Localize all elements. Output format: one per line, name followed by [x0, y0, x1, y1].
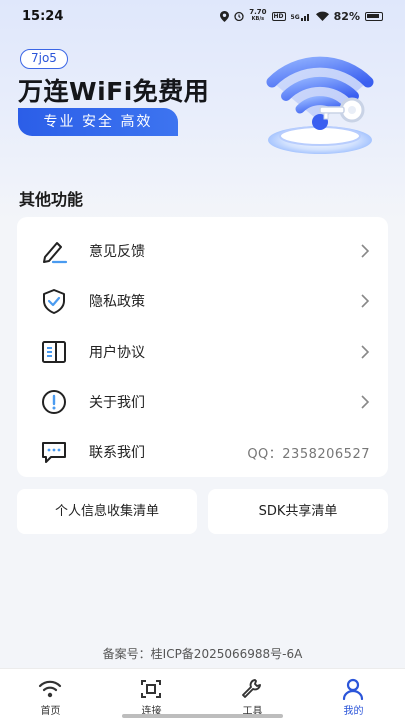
chevron-right-icon: [361, 395, 370, 409]
app-title: 万连WiFi免费用: [18, 77, 210, 106]
status-bar: 15:24 7.70 KB/s HD 5G 82%: [0, 0, 405, 34]
menu-card: 意见反馈 隐私政策 用户协议 关于我们 联系我们 QQ：2358206527: [17, 217, 388, 477]
tab-home[interactable]: 首页: [0, 669, 101, 720]
scan-icon: [141, 680, 161, 698]
cell-signal-icon: 5G: [291, 12, 311, 21]
battery-icon: [365, 11, 383, 21]
version-badge: 7jo5: [20, 49, 68, 69]
chevron-right-icon: [361, 345, 370, 359]
menu-item-label: 隐私政策: [89, 294, 145, 310]
menu-item-about[interactable]: 关于我们: [17, 377, 388, 427]
icp-record: 备案号：桂ICP备2025066988号-6A: [102, 647, 303, 661]
chevron-right-icon: [361, 244, 370, 258]
location-icon: [220, 10, 230, 22]
wifi-icon: [38, 680, 62, 698]
tab-label: 首页: [40, 706, 61, 717]
tab-tools[interactable]: 工具: [202, 669, 303, 720]
personal-info-list-button[interactable]: 个人信息收集清单: [17, 489, 197, 534]
menu-item-label: 意见反馈: [89, 244, 145, 260]
document-icon: [42, 341, 66, 363]
chat-icon: [42, 442, 66, 463]
edit-icon: [43, 242, 68, 264]
battery-percent: 82%: [333, 9, 360, 23]
contact-qq: QQ：2358206527: [247, 447, 370, 462]
menu-item-feedback[interactable]: 意见反馈: [17, 226, 388, 276]
tab-mine[interactable]: 我的: [303, 669, 404, 720]
sdk-share-list-button[interactable]: SDK共享清单: [208, 489, 388, 534]
shield-check-icon: [43, 289, 65, 314]
status-time: 15:24: [22, 9, 64, 24]
menu-item-contact[interactable]: 联系我们 QQ：2358206527: [17, 427, 388, 477]
slogan-banner: 专业 安全 高效: [18, 108, 178, 136]
home-indicator[interactable]: [122, 714, 283, 718]
menu-item-user-agreement[interactable]: 用户协议: [17, 327, 388, 377]
tab-connect[interactable]: 连接: [101, 669, 202, 720]
wrench-icon: [242, 679, 261, 698]
status-icons: 7.70 KB/s HD 5G 82%: [220, 9, 383, 23]
tab-label: 我的: [343, 706, 364, 717]
wifi-status-icon: [315, 11, 329, 21]
section-title: 其他功能: [19, 190, 84, 209]
info-icon: [42, 390, 66, 414]
hd-badge: HD: [271, 11, 286, 21]
tab-bar: 首页 连接 工具 我的: [0, 668, 405, 720]
menu-item-label: 联系我们: [89, 445, 145, 461]
chevron-right-icon: [361, 294, 370, 308]
menu-item-label: 关于我们: [89, 395, 145, 411]
wifi-key-illustration: [266, 56, 374, 154]
network-speed: 7.70 KB/s: [249, 8, 267, 23]
menu-item-privacy[interactable]: 隐私政策: [17, 276, 388, 326]
user-icon: [342, 678, 364, 700]
alarm-icon: [234, 11, 244, 21]
menu-item-label: 用户协议: [89, 345, 145, 361]
